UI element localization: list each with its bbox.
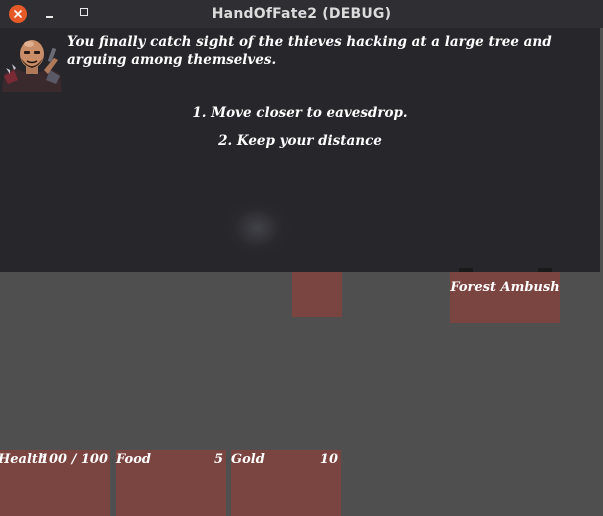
choice-keep-distance[interactable]: 2. Keep your distance: [0, 133, 600, 149]
fog-glow: [222, 198, 292, 258]
board-card[interactable]: [292, 272, 342, 317]
encounter-card[interactable]: Forest Ambush: [450, 272, 560, 323]
food-label: Food: [116, 452, 151, 467]
gold-stat: Gold 10: [231, 450, 341, 516]
food-value: 5: [213, 452, 223, 467]
health-stat: Health 100 / 100: [0, 450, 110, 516]
choice-move-closer[interactable]: 1. Move closer to eavesdrop.: [0, 105, 600, 121]
event-dialog: You finally catch sight of the thieves h…: [0, 28, 600, 272]
window-title: HandOfFate2 (DEBUG): [211, 6, 392, 22]
event-description: You finally catch sight of the thieves h…: [67, 34, 552, 68]
health-value: 100 / 100: [39, 452, 108, 467]
window-titlebar: HandOfFate2 (DEBUG): [0, 0, 603, 28]
encounter-card-label: Forest Ambush: [450, 280, 560, 295]
dealer-portrait-icon: [2, 40, 62, 92]
gold-label: Gold: [231, 452, 265, 467]
food-stat: Food 5: [116, 450, 226, 516]
gold-value: 10: [319, 452, 338, 467]
